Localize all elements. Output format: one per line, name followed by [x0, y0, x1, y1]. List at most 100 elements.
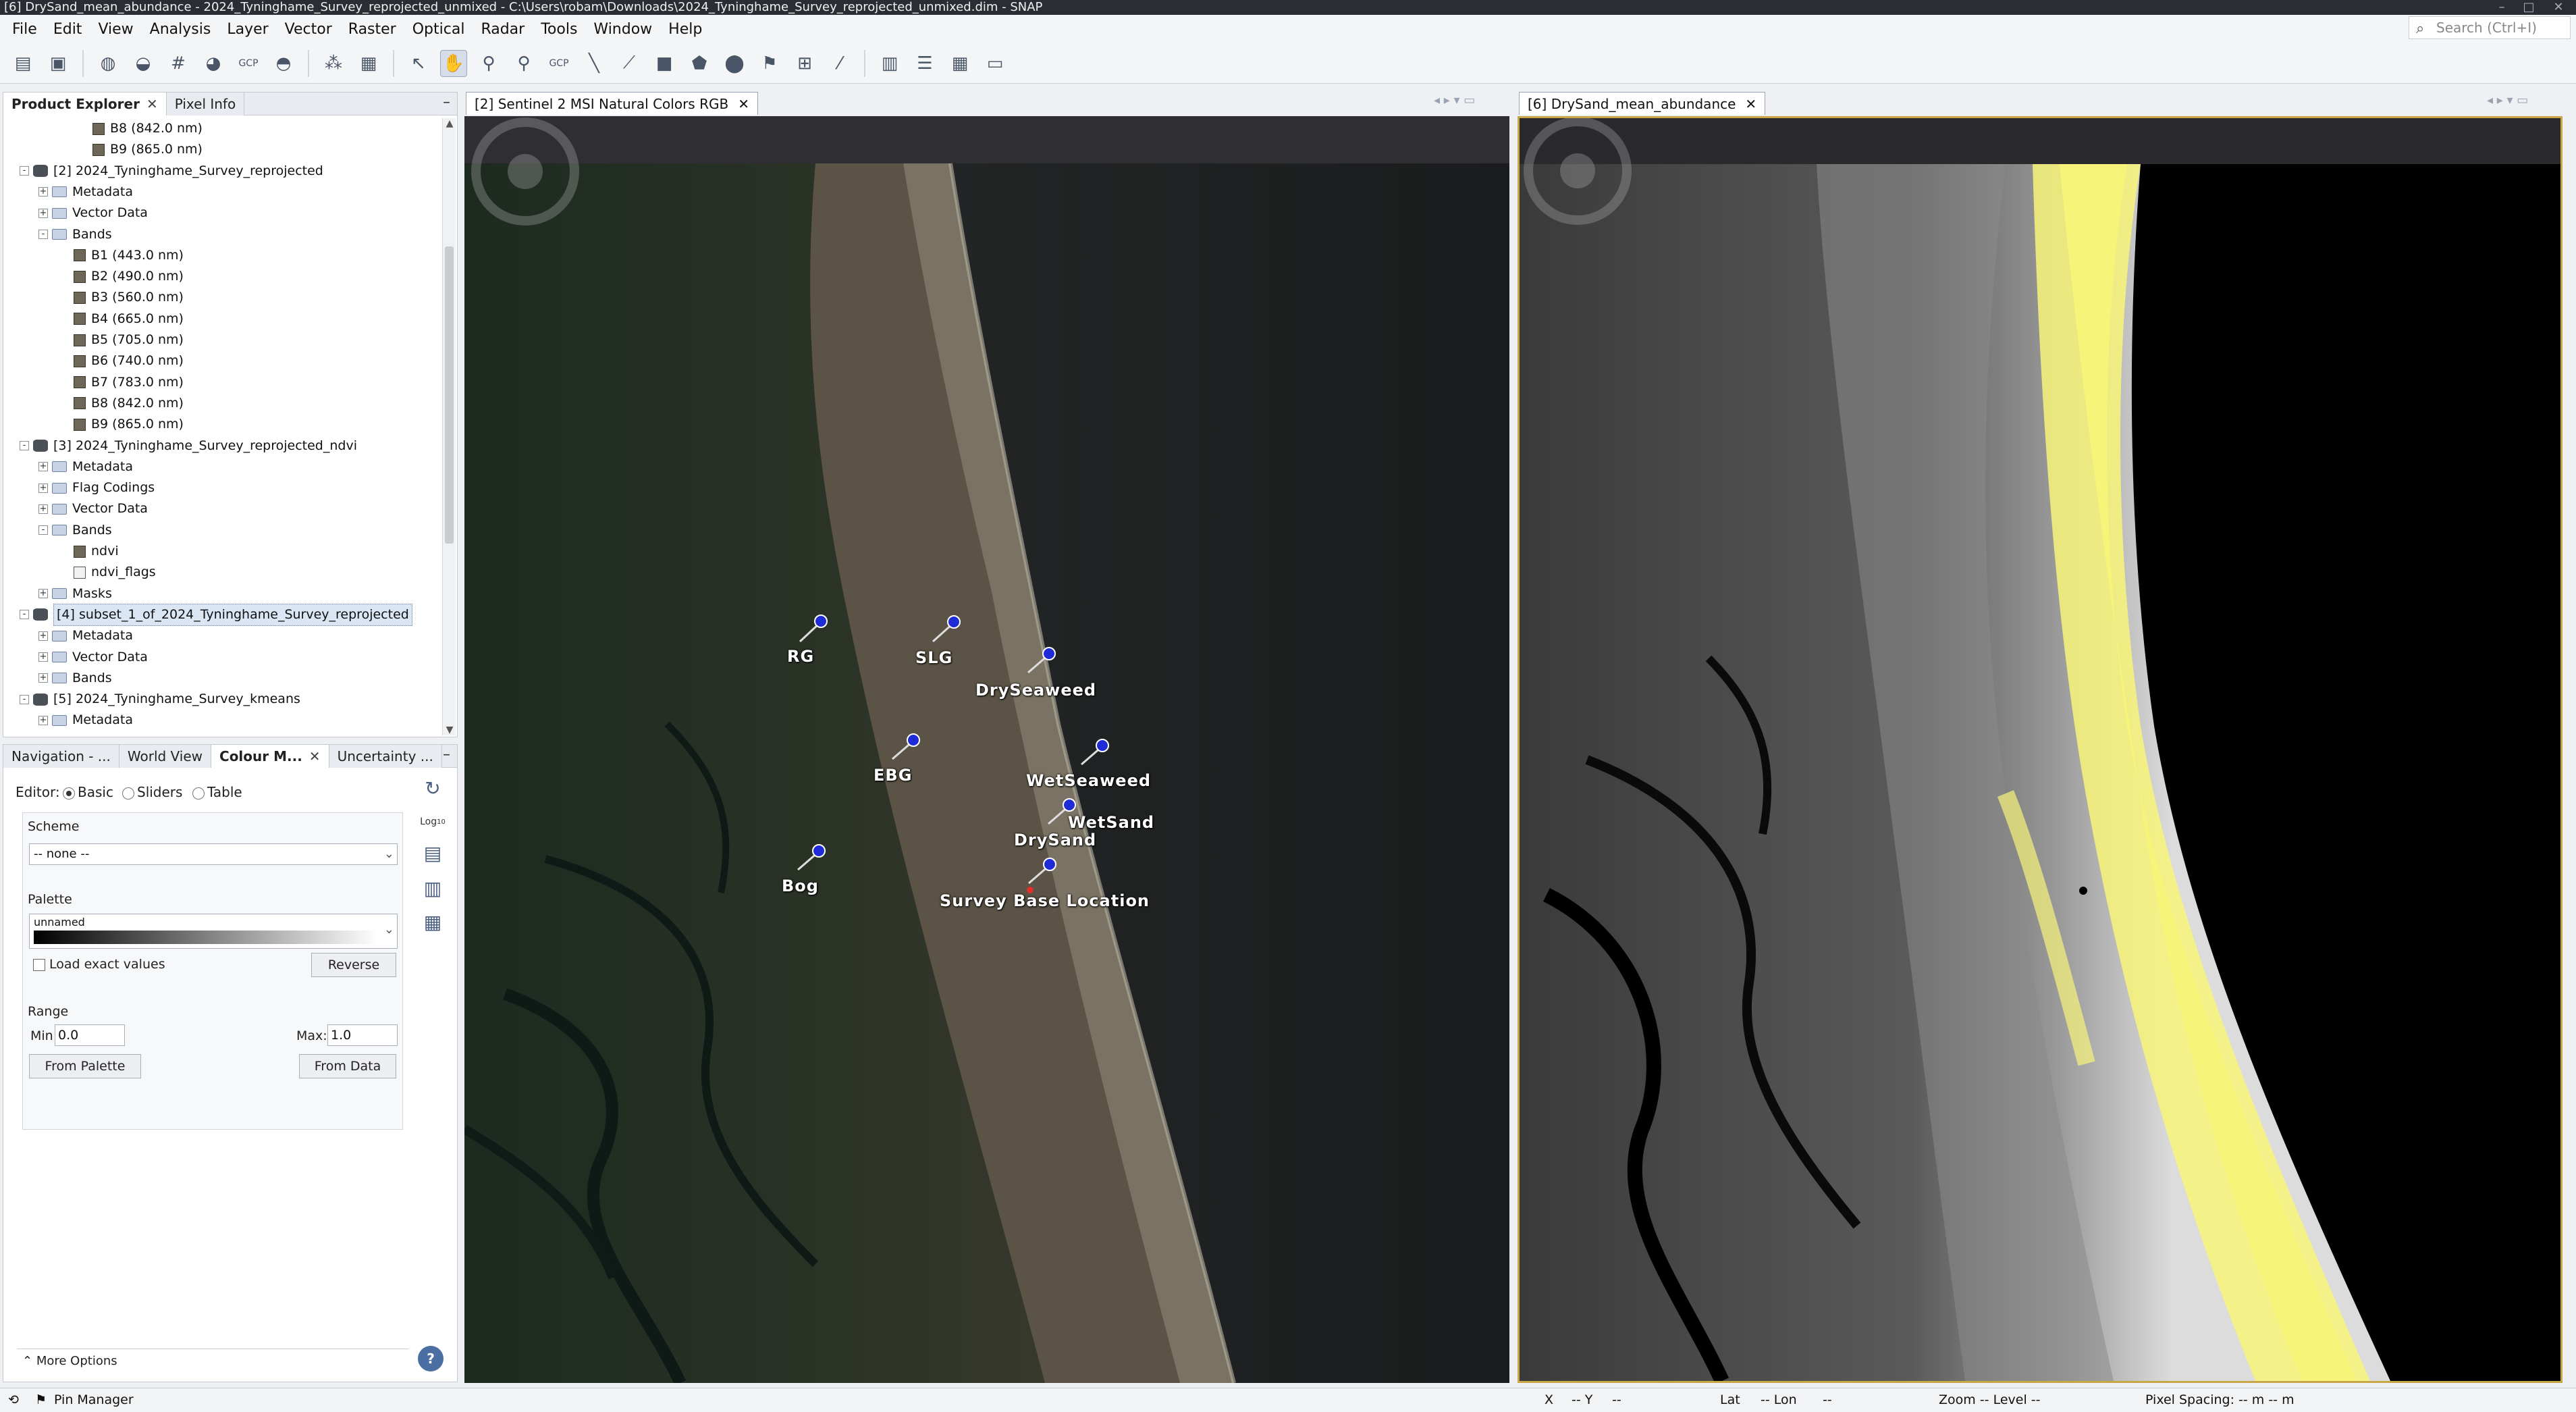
tree-row-product[interactable]: - [4] subset_1_of_2024_Tyninghame_Survey_…: [20, 603, 412, 626]
tree-row-band[interactable]: B8 (842.0 nm): [79, 118, 203, 139]
pin-manager-icon[interactable]: ◕: [200, 50, 227, 77]
pin-drysand[interactable]: [1028, 858, 1056, 885]
tree-row-band[interactable]: B1 (443.0 nm): [60, 245, 184, 266]
tree-row-folder[interactable]: + Vector Data: [38, 203, 148, 224]
tree-row-band[interactable]: B8 (842.0 nm): [60, 393, 184, 414]
pin-tool-icon[interactable]: ⚑: [756, 50, 783, 77]
zoom-all-icon[interactable]: ⚲: [510, 50, 537, 77]
scroll-down-icon[interactable]: ▼: [443, 725, 456, 735]
tree-row-folder[interactable]: + Metadata: [38, 625, 133, 646]
tree-row-band[interactable]: B2 (490.0 nm): [60, 266, 184, 287]
open-product-icon[interactable]: ▤: [9, 50, 36, 77]
zoom-tool-icon[interactable]: ⚲: [475, 50, 502, 77]
tree-row-band[interactable]: ndvi: [60, 541, 119, 562]
max-field[interactable]: 1.0: [327, 1024, 398, 1046]
floating-icon[interactable]: ▭: [982, 50, 1009, 77]
tree-row-folder[interactable]: - Bands: [38, 224, 112, 245]
tree-row-band[interactable]: B6 (740.0 nm): [60, 350, 184, 371]
close-icon[interactable]: ✕: [146, 96, 158, 112]
tab-product-explorer[interactable]: Product Explorer ✕: [3, 93, 167, 115]
band-maths-icon[interactable]: ◍: [95, 50, 122, 77]
close-icon[interactable]: ✕: [1745, 96, 1756, 112]
tree-row-band[interactable]: B9 (865.0 nm): [60, 414, 184, 435]
navigation-control-icon[interactable]: [1524, 118, 1632, 225]
view-nav-arrows-icon[interactable]: ◂ ▸ ▾ ▭: [1434, 93, 1475, 107]
tile-vertical-icon[interactable]: ▦: [946, 50, 973, 77]
tree-row-folder[interactable]: + Bands: [38, 668, 112, 689]
pan-tool-icon[interactable]: ✋: [440, 49, 467, 77]
scheme-select[interactable]: -- none -- ⌄: [29, 843, 398, 865]
close-icon[interactable]: ✕: [309, 748, 321, 764]
menu-view[interactable]: View: [90, 21, 141, 38]
editor-sliders-radio[interactable]: Sliders: [122, 784, 182, 800]
expand-icon[interactable]: +: [38, 652, 48, 662]
window-close-icon[interactable]: ✕: [2545, 0, 2572, 15]
pin-dryseaweed[interactable]: [1027, 647, 1056, 674]
collapse-icon[interactable]: -: [38, 525, 48, 535]
polygon-tool-icon[interactable]: ⬟: [686, 50, 713, 77]
tree-row-band[interactable]: B9 (865.0 nm): [79, 139, 203, 160]
from-data-button[interactable]: From Data: [299, 1054, 396, 1078]
pin-bog[interactable]: [797, 844, 826, 871]
editor-table-radio[interactable]: Table: [192, 784, 242, 800]
pin-ebg[interactable]: [892, 733, 920, 760]
rectangle-tool-icon[interactable]: ■: [651, 50, 678, 77]
tree-row-folder[interactable]: + Vector Data: [38, 647, 148, 668]
reverse-button[interactable]: Reverse: [311, 953, 396, 977]
tab-sentinel-rgb-view[interactable]: [2] Sentinel 2 MSI Natural Colors RGB ✕: [466, 92, 758, 115]
gcp-tool-icon[interactable]: GCP: [545, 50, 572, 77]
expand-icon[interactable]: +: [38, 208, 48, 218]
graticule-icon[interactable]: #: [165, 50, 192, 77]
tree-row-product[interactable]: - [3] 2024_Tyninghame_Survey_reprojected_…: [20, 436, 357, 456]
menu-vector[interactable]: Vector: [277, 21, 340, 38]
tree-row-folder[interactable]: - Bands: [38, 520, 112, 541]
tree-row-flag[interactable]: ndvi_flags: [60, 562, 156, 583]
min-field[interactable]: 0.0: [55, 1024, 125, 1046]
spectrum-icon[interactable]: ⁂: [320, 50, 347, 77]
search-input[interactable]: ⌕ Search (Ctrl+I): [2409, 16, 2571, 39]
tab-drysand-abundance-view[interactable]: [6] DrySand_mean_abundance ✕: [1519, 92, 1766, 115]
window-maximize-icon[interactable]: □: [2515, 0, 2542, 15]
tree-row-folder[interactable]: + Flag Codings: [38, 477, 155, 498]
line-tool-icon[interactable]: ╲: [581, 50, 608, 77]
tree-row-folder[interactable]: + Masks: [38, 583, 112, 604]
tree-row-band[interactable]: B5 (705.0 nm): [60, 330, 184, 350]
tab-world-view[interactable]: World View: [119, 745, 212, 768]
tree-scrollbar[interactable]: ▲ ▼: [442, 118, 456, 735]
right-image-view[interactable]: [1518, 116, 2562, 1383]
tab-uncertainty[interactable]: Uncertainty ...: [329, 745, 442, 768]
menu-optical[interactable]: Optical: [404, 21, 473, 38]
pin-manager-label[interactable]: Pin Manager: [54, 1392, 134, 1407]
tree-row-folder[interactable]: + Metadata: [38, 710, 133, 731]
expand-icon[interactable]: +: [38, 631, 48, 641]
magic-wand-icon[interactable]: ⁄: [826, 50, 853, 77]
pin-rg[interactable]: [799, 615, 828, 643]
save-product-icon[interactable]: ▣: [45, 50, 72, 77]
scroll-thumb[interactable]: [445, 246, 454, 544]
log-scaling-toggle[interactable]: Log 10: [420, 810, 446, 834]
pin-wetseaweed[interactable]: [1081, 739, 1109, 766]
import-palette-icon[interactable]: ▤: [421, 841, 445, 865]
scroll-up-icon[interactable]: ▲: [443, 118, 456, 129]
pin-slg[interactable]: [932, 615, 961, 643]
collapse-icon[interactable]: -: [20, 166, 29, 176]
range-finder-icon[interactable]: ⊞: [791, 50, 818, 77]
tab-navigation[interactable]: Navigation - ...: [3, 745, 119, 768]
tree-row-band[interactable]: B4 (665.0 nm): [60, 309, 184, 330]
menu-window[interactable]: Window: [585, 21, 660, 38]
polyline-tool-icon[interactable]: ⟋: [616, 50, 643, 77]
expand-icon[interactable]: +: [38, 715, 48, 725]
tree-row-folder[interactable]: + Metadata: [38, 182, 133, 203]
menu-layer[interactable]: Layer: [219, 21, 276, 38]
gcp-manager-icon[interactable]: GCP: [235, 50, 262, 77]
minimize-icon[interactable]: –: [443, 746, 450, 763]
menu-help[interactable]: Help: [660, 21, 710, 38]
select-tool-icon[interactable]: ↖: [405, 50, 432, 77]
collapse-icon[interactable]: -: [20, 694, 29, 704]
tree-row-product[interactable]: - [5] 2024_Tyninghame_Survey_kmeans: [20, 689, 300, 710]
load-exact-checkbox[interactable]: Load exact values: [33, 957, 165, 972]
filter-icon[interactable]: ◒: [130, 50, 157, 77]
tile-evenly-icon[interactable]: ▥: [876, 50, 903, 77]
tree-row-folder[interactable]: + Metadata: [38, 456, 133, 477]
menu-radar[interactable]: Radar: [473, 21, 533, 38]
